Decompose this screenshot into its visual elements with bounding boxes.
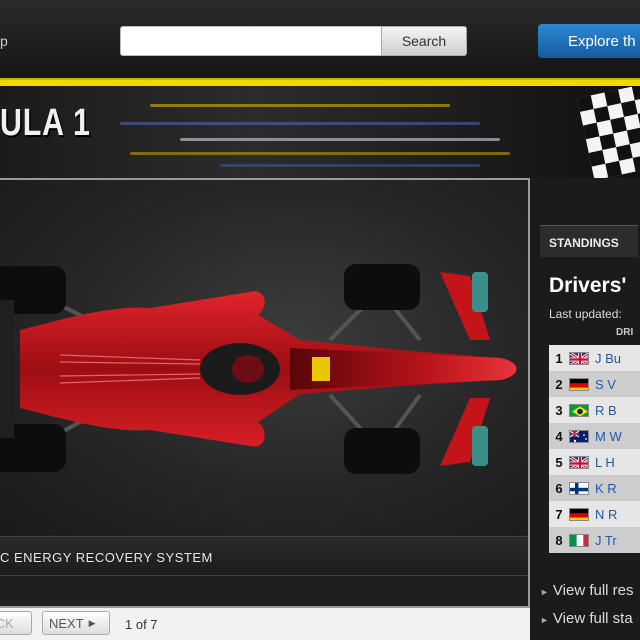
view-full-results-link[interactable]: ► View full res xyxy=(540,582,634,599)
image-viewer: C ENERGY RECOVERY SYSTEM xyxy=(0,178,530,608)
next-label: NEXT xyxy=(49,615,84,631)
wing-endplate-right xyxy=(472,426,488,466)
position-number: 8 xyxy=(555,532,563,548)
italy-flag-icon xyxy=(569,533,589,547)
brazil-flag-icon xyxy=(569,403,589,417)
light-streak xyxy=(120,122,480,125)
caption-bar: C ENERGY RECOVERY SYSTEM xyxy=(0,536,528,576)
position-number: 2 xyxy=(555,376,563,392)
standings-row: 1 J Bu xyxy=(549,345,640,371)
germany-flag-icon xyxy=(569,377,589,391)
uk-flag-icon xyxy=(569,351,589,365)
next-button[interactable]: NEXT ▶ xyxy=(42,611,110,635)
accent-divider xyxy=(0,78,640,86)
position-number: 1 xyxy=(555,350,563,366)
search-input[interactable] xyxy=(120,26,382,56)
light-streak xyxy=(220,164,480,167)
standings-row: 3 R B xyxy=(549,397,640,423)
sponsor-badge xyxy=(312,357,330,381)
explore-button[interactable]: Explore th xyxy=(538,24,640,58)
checkered-flag-icon xyxy=(577,86,640,178)
f1-car-illustration xyxy=(0,264,517,474)
driver-name-link[interactable]: N R xyxy=(595,507,617,522)
driver-name-link[interactable]: K R xyxy=(595,481,617,496)
front-left-tyre xyxy=(344,264,420,310)
light-streak xyxy=(130,152,510,155)
standings-sidebar: STANDINGS Drivers' Last updated: DRI 1 J … xyxy=(540,178,640,640)
standings-row: 2 S V xyxy=(549,371,640,397)
main-content: C ENERGY RECOVERY SYSTEM ACK NEXT ▶ 1 of … xyxy=(0,178,540,640)
top-left-text: p xyxy=(0,33,8,49)
standings-row: 4 M W xyxy=(549,423,640,449)
light-streak xyxy=(150,104,450,107)
banner-title: ULA 1 xyxy=(0,102,91,144)
front-right-tyre xyxy=(344,428,420,474)
driver-column-header: DRI xyxy=(616,327,634,338)
car-illustration-area xyxy=(0,180,528,535)
driver-helmet xyxy=(232,355,264,383)
rear-wing xyxy=(0,300,14,438)
position-number: 3 xyxy=(555,402,563,418)
play-arrow-icon: ▶ xyxy=(88,617,96,628)
standings-row: 8 J Tr xyxy=(549,527,640,553)
driver-name-link[interactable]: L H xyxy=(595,455,615,470)
chevron-right-icon: ► xyxy=(540,615,549,625)
driver-name-link[interactable]: M W xyxy=(595,429,622,444)
view-full-standings-link[interactable]: ► View full sta xyxy=(540,610,633,627)
page-counter: 1 of 7 xyxy=(125,617,158,632)
position-number: 6 xyxy=(555,480,563,496)
australia-flag-icon xyxy=(569,429,589,443)
driver-name-link[interactable]: S V xyxy=(595,377,616,392)
search-button[interactable]: Search xyxy=(381,26,467,56)
position-number: 5 xyxy=(555,454,563,470)
uk-flag-icon xyxy=(569,455,589,469)
last-updated-label: Last updated: xyxy=(549,307,622,321)
finland-flag-icon xyxy=(569,481,589,495)
slide-caption: C ENERGY RECOVERY SYSTEM xyxy=(0,550,213,565)
standings-row: 5 L H xyxy=(549,449,640,475)
formula-one-banner: ULA 1 xyxy=(0,86,640,178)
chevron-right-icon: ► xyxy=(540,587,549,597)
standings-table: 1 J Bu 2 S V 3 R B 4 M W 5 L H 6 K R 7 N R 8 J Tr xyxy=(549,345,640,553)
light-streak xyxy=(180,138,500,141)
standings-title: Drivers' xyxy=(549,274,627,297)
link-label: View full sta xyxy=(552,610,633,627)
slide-pager: ACK NEXT ▶ 1 of 7 xyxy=(0,608,530,640)
tab-standings[interactable]: STANDINGS xyxy=(540,225,638,257)
standings-row: 7 N R xyxy=(549,501,640,527)
position-number: 7 xyxy=(555,506,563,522)
link-label: View full res xyxy=(552,582,634,599)
top-bar: p Search Explore th xyxy=(0,0,640,78)
driver-name-link[interactable]: R B xyxy=(595,403,617,418)
standings-row: 6 K R xyxy=(549,475,640,501)
driver-name-link[interactable]: J Tr xyxy=(595,533,617,548)
wing-endplate-left xyxy=(472,272,488,312)
position-number: 4 xyxy=(555,428,563,444)
back-label: ACK xyxy=(0,615,14,631)
germany-flag-icon xyxy=(569,507,589,521)
driver-name-link[interactable]: J Bu xyxy=(595,351,621,366)
back-button[interactable]: ACK xyxy=(0,611,32,635)
